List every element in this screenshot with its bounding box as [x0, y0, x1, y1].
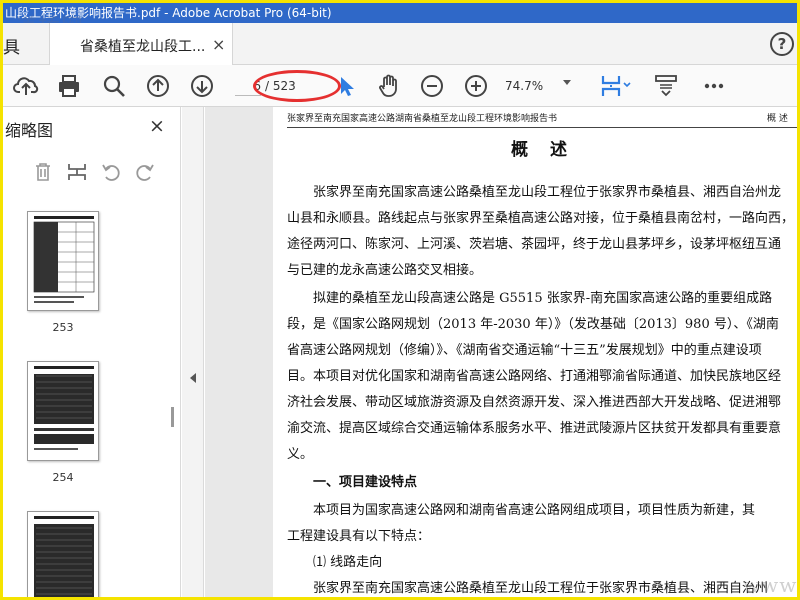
body-line: 拟建的桑植至龙山段高速公路是 G5515 张家界-南充国家高速公路的重要组成路: [287, 291, 773, 306]
page-thumbnail[interactable]: [27, 361, 99, 461]
cloud-upload-icon[interactable]: [13, 73, 39, 99]
body-line: 段，是《国家公路网规划（2013 年-2030 年）》（发改基础〔2013〕98…: [287, 317, 779, 332]
body-line: 张家界至南充国家高速公路桑植至龙山段工程位于张家界市桑植县、湘西自治州: [287, 581, 769, 596]
close-panel-icon[interactable]: ×: [149, 115, 165, 137]
pdf-page: 张家界至南充国家高速公路湖南省桑植至龙山段工程环境影响报告书 概 述 概 述 张…: [273, 107, 797, 597]
zoom-level[interactable]: 74.7%: [505, 76, 565, 96]
scroll-mode-icon[interactable]: [653, 73, 679, 99]
thumbnail-preview: [34, 366, 94, 450]
zoom-in-icon[interactable]: [463, 73, 489, 99]
print-icon[interactable]: [56, 73, 82, 99]
tab-bar: 具 省桑植至龙山段工... × ?: [3, 23, 797, 65]
select-arrow-icon[interactable]: [333, 73, 359, 99]
zoom-out-icon[interactable]: [419, 73, 445, 99]
running-header-right: 概 述: [767, 114, 788, 124]
fit-page-icon[interactable]: [599, 73, 633, 99]
section-title: 一、项目建设特点: [287, 475, 418, 490]
annotation-circle: [253, 70, 341, 102]
rotate-right-icon[interactable]: [134, 161, 156, 183]
zoom-search-icon[interactable]: [101, 73, 127, 99]
running-header: 张家界至南充国家高速公路湖南省桑植至龙山段工程环境影响报告书: [287, 111, 797, 128]
panel-title: 缩略图: [5, 121, 54, 140]
help-icon[interactable]: ?: [770, 32, 794, 56]
body-line: 本项目为国家高速公路网和湖南省高速公路网组成项目，项目性质为新建，其: [287, 503, 756, 518]
more-icon[interactable]: [701, 73, 727, 99]
document-tab-label: 省桑植至龙山段工...: [80, 39, 206, 55]
page-up-icon[interactable]: [145, 73, 171, 99]
collapse-arrow-icon[interactable]: [190, 373, 196, 383]
page-down-icon[interactable]: [189, 73, 215, 99]
body-line: 工程建设具有以下特点：: [287, 529, 431, 544]
body-line: 目。本项目对优化国家和湖南省高速公路网络、打通湘鄂渝省际通道、加快民族地区经: [287, 369, 782, 384]
panel-scrollbar[interactable]: [171, 407, 174, 427]
body-line: 张家界至南充国家高速公路桑植至龙山段工程位于张家界市桑植县、湘西自治州龙: [287, 185, 782, 200]
chevron-down-icon[interactable]: [563, 80, 571, 85]
toolbar: 6 / 523 74.7%: [3, 65, 797, 107]
page-thumbnail[interactable]: [27, 211, 99, 311]
window-frame: 山段工程环境影响报告书.pdf - Adobe Acrobat Pro (64-…: [0, 0, 800, 600]
tab-tools[interactable]: 具: [3, 33, 20, 58]
extract-pages-icon[interactable]: [66, 161, 88, 183]
thumbnail-toolbar: [3, 155, 179, 191]
watermark-bottom: www.cadao.com: [743, 573, 797, 597]
panel-splitter[interactable]: [182, 107, 204, 597]
tab-document[interactable]: 省桑植至龙山段工... ×: [49, 23, 233, 65]
trash-icon[interactable]: [32, 161, 54, 183]
page-thumbnail[interactable]: [27, 511, 99, 597]
body-line: 义。: [287, 447, 314, 462]
close-icon[interactable]: ×: [212, 35, 225, 54]
page-heading: 概 述: [511, 140, 575, 160]
title-bar: 山段工程环境影响报告书.pdf - Adobe Acrobat Pro (64-…: [3, 3, 797, 23]
body-line: 途径两河口、陈家河、上河溪、茨岩塘、茶园坪，终于龙山县茅坪乡，设茅坪枢纽互通: [287, 237, 782, 252]
rotate-left-icon[interactable]: [100, 161, 122, 183]
document-viewport[interactable]: 张家界至南充国家高速公路湖南省桑植至龙山段工程环境影响报告书 概 述 概 述 张…: [205, 107, 797, 597]
body-line: 省高速公路网规划（修编）》、《湖南省交通运输“十三五”发展规划》中的重点建设项: [287, 343, 762, 358]
thumbnail-label: 253: [52, 321, 74, 334]
sub-item: ⑴ 线路走向: [287, 555, 383, 570]
body-line: 与已建的龙永高速公路交叉相接。: [287, 263, 483, 278]
body-line: 山县和永顺县。路线起点与张家界至桑植高速公路对接，位于桑植县南岔村，一路向西，: [287, 211, 795, 226]
thumbnail-preview: [34, 516, 94, 597]
thumbnail-label: 254: [52, 471, 74, 484]
thumbnail-preview: [33, 216, 95, 303]
hand-icon[interactable]: [376, 73, 402, 99]
body-line: 渝交流、提高区域综合交通运输体系服务水平、推进武陵源片区扶贫开发都具有重要意: [287, 421, 782, 436]
body-line: 济社会发展、带动区域旅游资源及自然资源开发、深入推进西部大开发战略、促进湘鄂: [287, 395, 782, 410]
thumbnails-panel: 缩略图 × 253 254: [3, 107, 181, 597]
